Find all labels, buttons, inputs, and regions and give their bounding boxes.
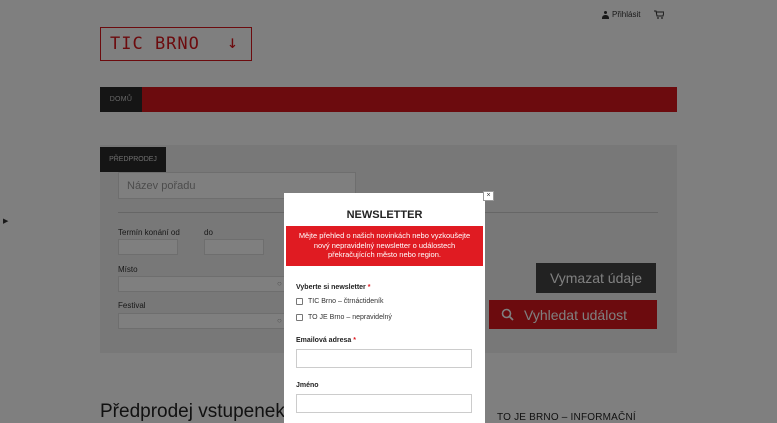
required-mark: * — [353, 337, 356, 344]
email-field[interactable] — [296, 349, 472, 368]
checkbox[interactable] — [296, 298, 303, 305]
email-label-text: Emailová adresa — [296, 337, 352, 344]
newsletter-choice-label: Vyberte si newsletter * — [296, 284, 370, 291]
newsletter-choice-text: Vyberte si newsletter — [296, 284, 366, 291]
newsletter-option[interactable]: TIC Brno – čtrnáctideník — [296, 298, 383, 305]
close-icon[interactable]: × — [483, 191, 494, 201]
name-label: Jméno — [296, 382, 319, 389]
email-label: Emailová adresa * — [296, 337, 356, 344]
modal-title: NEWSLETTER — [346, 209, 423, 221]
newsletter-modal: NEWSLETTER Mějte přehled o našich novink… — [284, 193, 485, 423]
checkbox[interactable] — [296, 314, 303, 321]
newsletter-option[interactable]: TO JE Brno – nepravidelný — [296, 314, 392, 321]
required-mark: * — [367, 284, 371, 291]
modal-description: Mějte přehled o našich novinkách nebo vy… — [286, 226, 483, 266]
name-field[interactable] — [296, 394, 472, 413]
newsletter-option-label: TO JE Brno – nepravidelný — [308, 314, 392, 321]
newsletter-option-label: TIC Brno – čtrnáctideník — [308, 298, 384, 305]
